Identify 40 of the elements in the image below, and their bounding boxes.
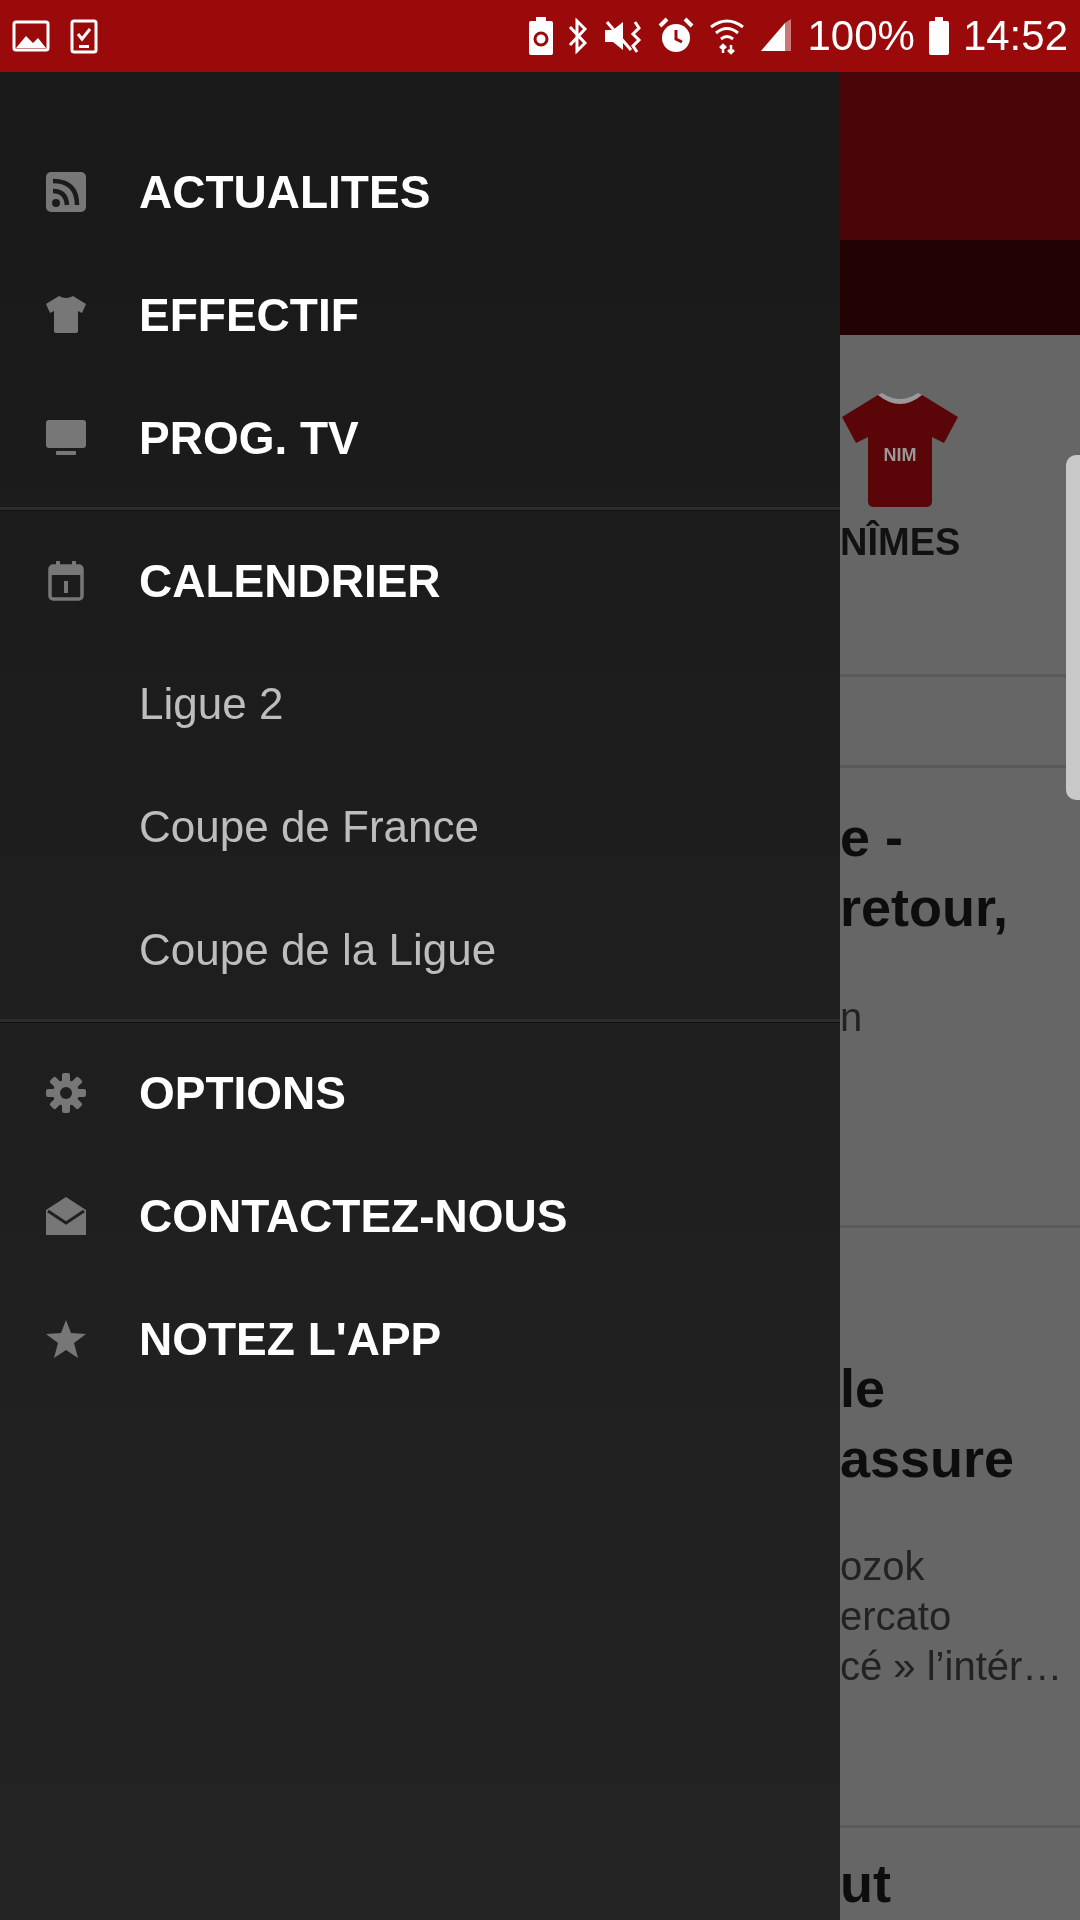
open-envelope-icon — [45, 1196, 86, 1235]
drawer-menu-item[interactable]: OPTIONS — [0, 1031, 840, 1154]
clock-time: 14:52 — [962, 12, 1068, 60]
drawer-menu-item[interactable]: EFFECTIF — [0, 253, 840, 376]
jersey-icon — [842, 393, 958, 507]
drawer-menu-item[interactable]: NOTEZ L'APP — [0, 1277, 840, 1400]
article-title: le — [840, 1357, 886, 1420]
alarm-icon — [657, 17, 696, 55]
article-title: assure — [840, 1427, 1015, 1490]
star-icon — [45, 1319, 86, 1358]
shirt-icon — [45, 296, 86, 333]
article-title: ut — [840, 1852, 891, 1915]
article-summary: cé » l’intér… — [840, 1643, 1063, 1690]
bluetooth-icon — [567, 17, 590, 55]
jersey-label: NIM — [883, 445, 917, 465]
picture-icon — [12, 20, 50, 52]
article-title: e - — [840, 806, 904, 869]
tv-icon — [45, 420, 86, 455]
battery-percentage: 100% — [807, 12, 915, 60]
clipboard-check-icon — [70, 18, 98, 54]
article-summary: n — [840, 994, 863, 1041]
calendar-icon — [47, 560, 84, 601]
article-summary: ercato — [840, 1593, 952, 1640]
drawer-menu-item[interactable]: PROG. TV — [0, 376, 840, 499]
battery-icon — [928, 17, 949, 55]
drawer-menu-item[interactable]: ACTUALITES — [0, 130, 840, 253]
battery-saver-icon — [529, 17, 554, 55]
wifi-icon — [709, 17, 746, 55]
mute-vibrate-icon — [603, 18, 644, 54]
signal-icon — [759, 19, 794, 53]
drawer-menu-item[interactable]: Coupe de la Ligue — [0, 888, 840, 1011]
settings-icon — [45, 1072, 86, 1113]
drawer-menu-item[interactable]: Coupe de France — [0, 765, 840, 888]
drawer-menu-item[interactable]: Ligue 2 — [0, 642, 840, 765]
drawer-menu-item[interactable]: CALENDRIER — [0, 519, 840, 642]
article-summary: ozok — [840, 1543, 925, 1590]
article-title: retour, — [840, 876, 1009, 939]
drawer-menu-item[interactable]: CONTACTEZ-NOUS — [0, 1154, 840, 1277]
rss-icon — [45, 171, 86, 212]
team-name: NÎMES — [840, 521, 961, 564]
